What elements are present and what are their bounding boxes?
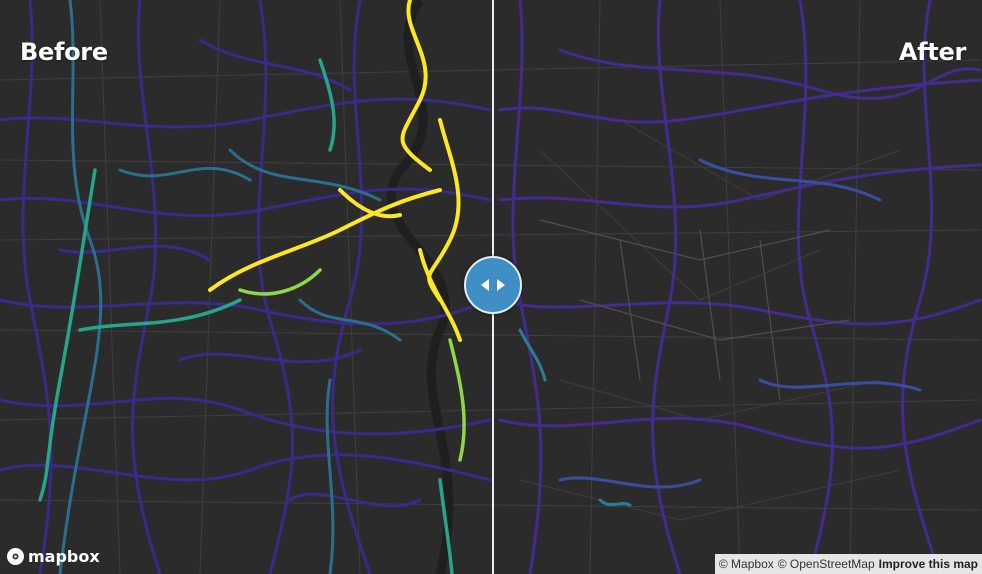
mapbox-logo[interactable]: mapbox — [7, 547, 100, 566]
compare-slider-handle[interactable] — [464, 256, 522, 314]
osm-attribution-link[interactable]: © OpenStreetMap — [778, 557, 875, 571]
mapbox-logo-text: mapbox — [28, 547, 100, 566]
mapbox-logo-icon — [7, 548, 24, 565]
left-right-arrows-icon — [481, 279, 505, 291]
improve-map-link[interactable]: Improve this map — [879, 557, 978, 571]
after-label: After — [898, 38, 966, 66]
mapbox-attribution-link[interactable]: © Mapbox — [719, 557, 774, 571]
before-label: Before — [20, 38, 108, 66]
attribution-bar: © Mapbox © OpenStreetMap Improve this ma… — [714, 554, 982, 574]
